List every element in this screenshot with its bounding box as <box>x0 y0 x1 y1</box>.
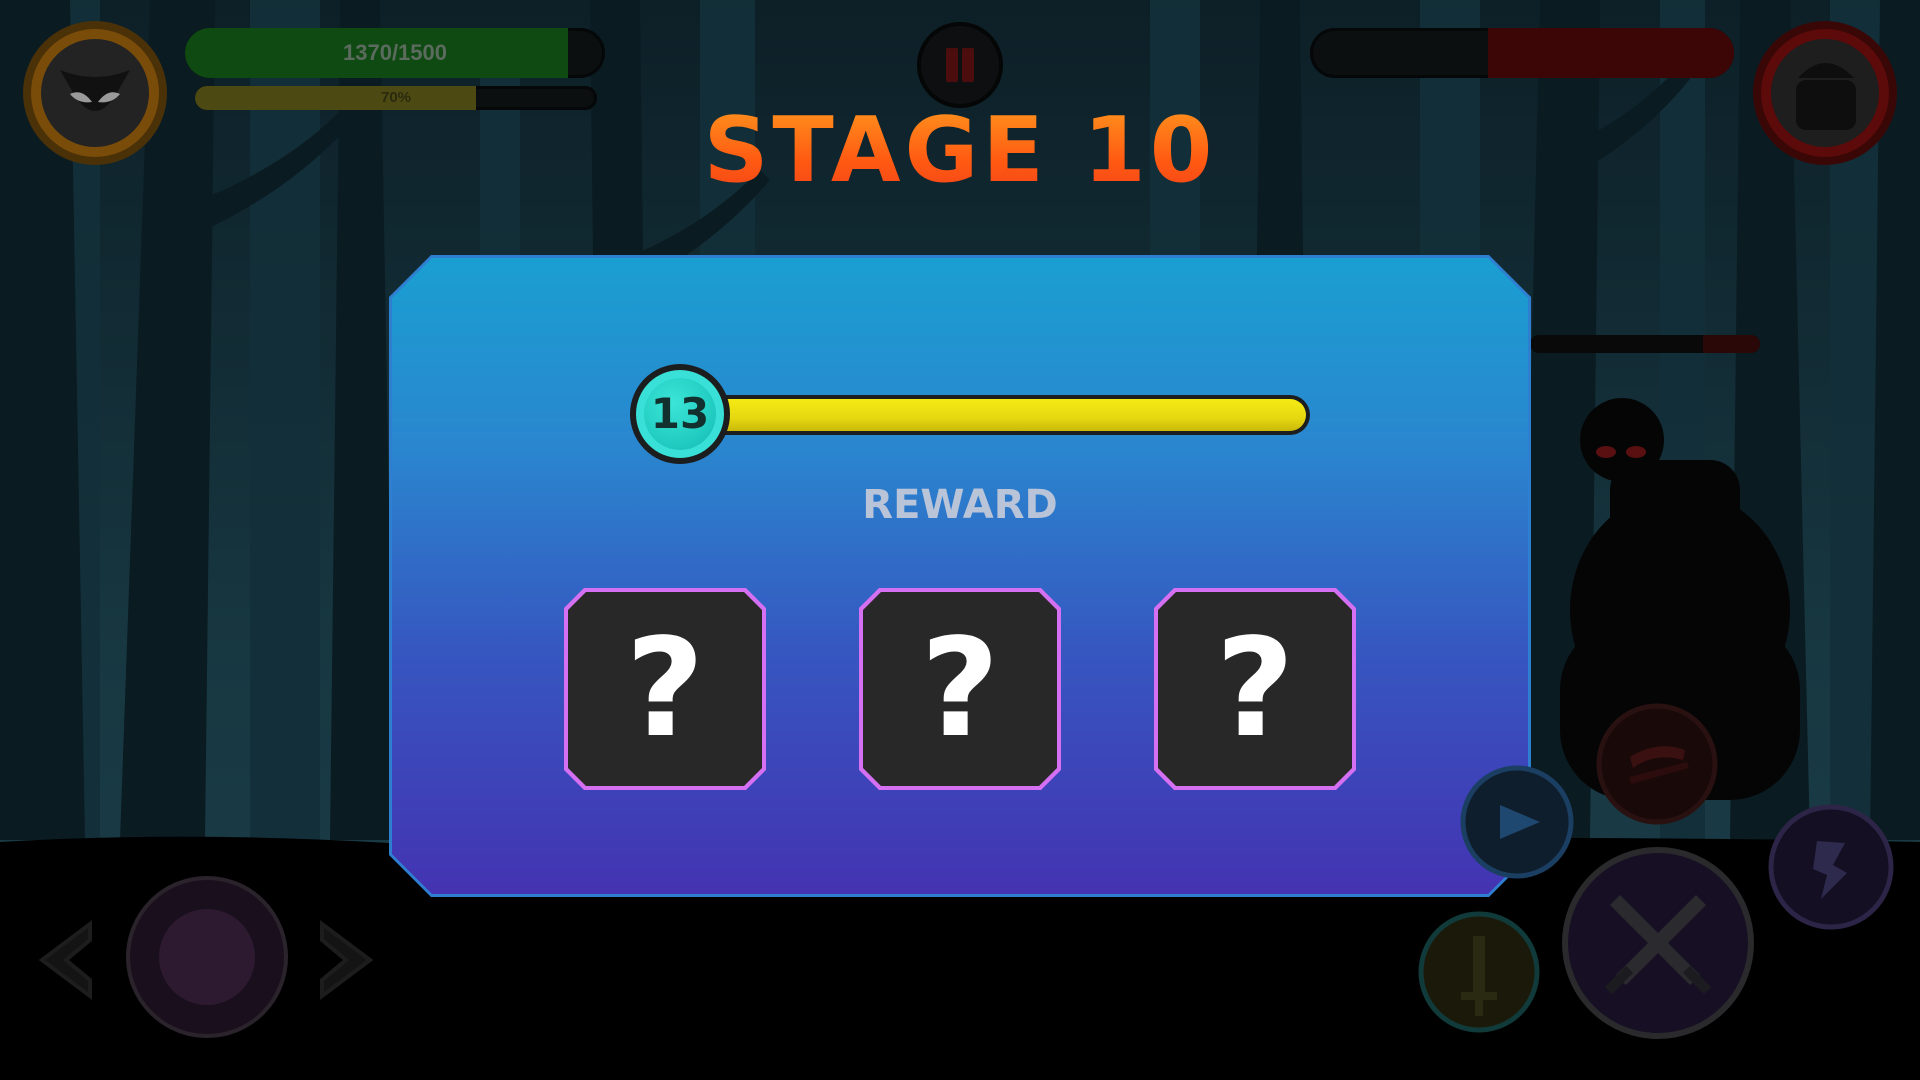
crossed-swords-icon <box>1562 847 1754 1039</box>
pause-button[interactable] <box>917 22 1003 108</box>
level-badge-ring: 13 <box>636 370 724 458</box>
skill-dash-button[interactable] <box>1767 803 1895 931</box>
arrow-icon <box>1460 765 1574 879</box>
enemy-overhead-health-bar <box>1530 335 1760 353</box>
stage-title: STAGE 10 <box>0 98 1920 203</box>
enemy-health-bar <box>1310 28 1734 78</box>
enemy-health-fill <box>1488 28 1734 78</box>
enemy-overhead-health-fill <box>1702 335 1760 353</box>
dash-icon <box>1768 804 1894 930</box>
reward-slot-1[interactable]: ? <box>564 588 766 790</box>
arrow-left-icon <box>38 920 92 1000</box>
joystick[interactable] <box>125 875 289 1039</box>
attack-button[interactable] <box>1560 845 1756 1041</box>
level-progress-bar <box>686 395 1310 435</box>
pause-icon-bar <box>962 48 974 82</box>
reward-slot-2[interactable]: ? <box>859 588 1061 790</box>
player-health-text: 1370/1500 <box>343 40 447 65</box>
reward-label: REWARD <box>862 482 1058 528</box>
player-health-bar: 1370/1500 <box>185 28 605 78</box>
skill-arrow-button[interactable] <box>1460 765 1575 880</box>
skill-slash-button[interactable] <box>1595 702 1719 826</box>
reward-slot-3[interactable]: ? <box>1154 588 1356 790</box>
level-number: 13 <box>644 378 716 450</box>
panel-background <box>392 258 1528 894</box>
skill-sword-button[interactable] <box>1417 910 1541 1034</box>
joystick-knob-icon <box>126 876 288 1038</box>
sword-shield-icon <box>1418 911 1540 1033</box>
pause-icon <box>946 48 958 82</box>
mystery-reward-icon: ? <box>1158 592 1352 786</box>
mystery-reward-icon: ? <box>568 592 762 786</box>
level-badge: 13 <box>630 364 730 464</box>
stage-reward-panel <box>389 255 1531 897</box>
level-progress-fill <box>690 399 1306 431</box>
slash-icon <box>1596 703 1718 825</box>
arrow-right-icon <box>320 920 374 1000</box>
move-right-button[interactable] <box>320 910 390 1010</box>
move-left-button[interactable] <box>22 910 92 1010</box>
mystery-reward-icon: ? <box>863 592 1057 786</box>
